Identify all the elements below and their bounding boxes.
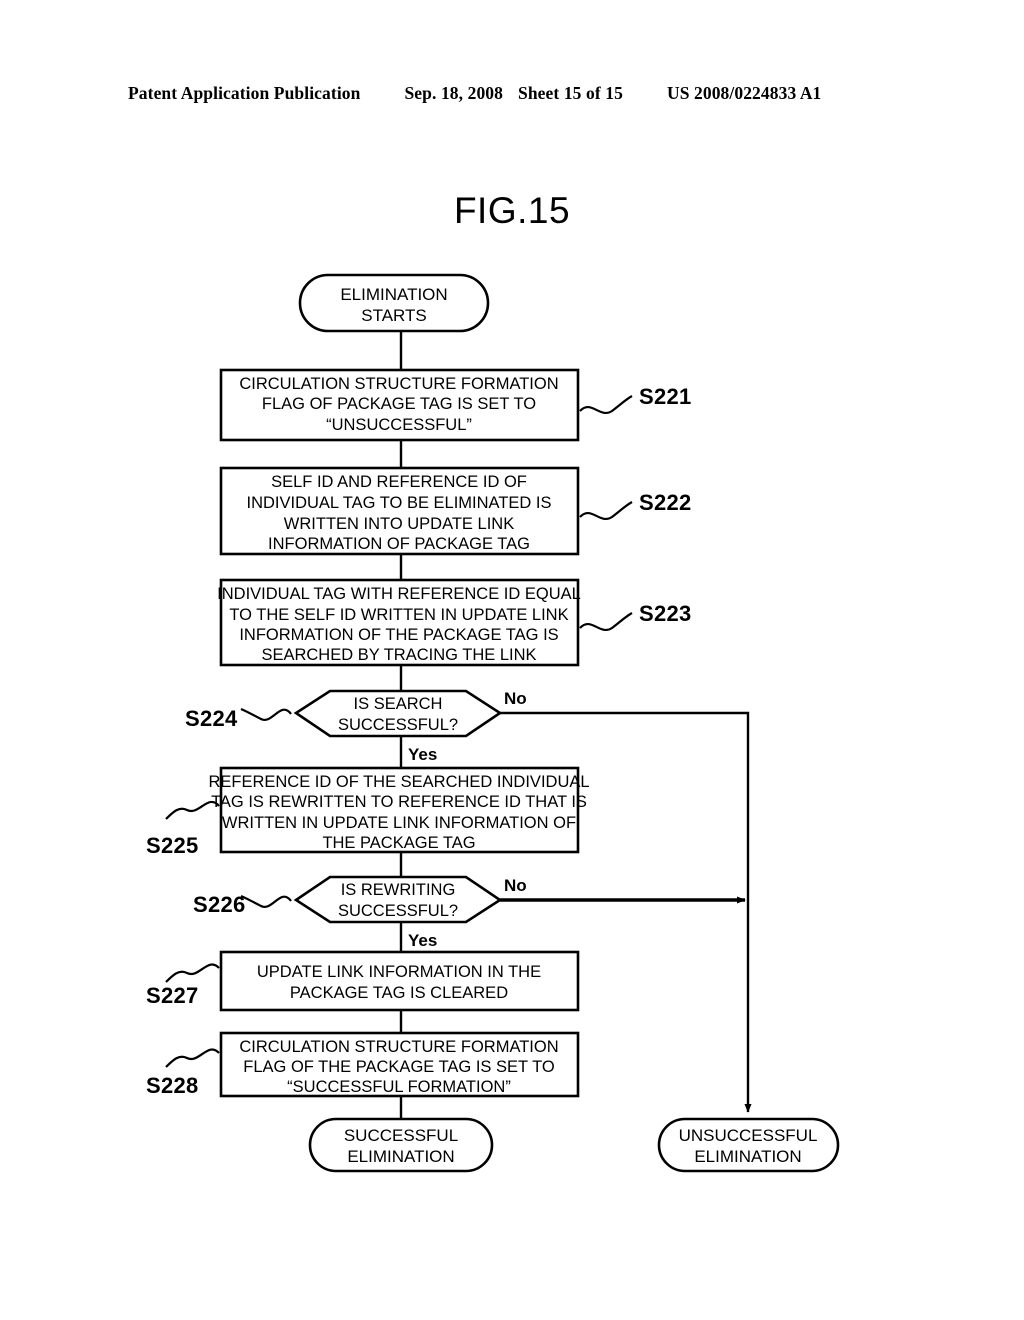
s221-leader-squiggle (579, 395, 633, 414)
s227-step-label: S227 (146, 983, 199, 1008)
s225-line-1: REFERENCE ID OF THE SEARCHED INDIVIDUAL (208, 773, 589, 791)
node-s227: UPDATE LINK INFORMATION IN THE PACKAGE T… (146, 950, 580, 1012)
end-success-line-2: ELIMINATION (347, 1147, 454, 1166)
node-s223: INDIVIDUAL TAG WITH REFERENCE ID EQUAL T… (217, 578, 692, 667)
s221-line-2: FLAG OF PACKAGE TAG IS SET TO (262, 395, 536, 413)
s226-no-label: No (504, 876, 527, 895)
s224-step-label: S224 (185, 706, 238, 731)
start-line-2: STARTS (361, 306, 427, 325)
s223-line-2: TO THE SELF ID WRITTEN IN UPDATE LINK (229, 606, 568, 624)
s223-line-1: INDIVIDUAL TAG WITH REFERENCE ID EQUAL (217, 585, 581, 603)
s227-leader-squiggle (165, 963, 220, 983)
node-end-success: SUCCESSFUL ELIMINATION (308, 1117, 494, 1173)
node-end-fail: UNSUCCESSFUL ELIMINATION (657, 1117, 840, 1173)
node-s228: CIRCULATION STRUCTURE FORMATION FLAG OF … (146, 1031, 580, 1098)
s223-leader-squiggle (579, 612, 633, 631)
s226-line-2: SUCCESSFUL? (338, 902, 458, 920)
s226-line-1: IS REWRITING (341, 881, 456, 899)
node-s225: REFERENCE ID OF THE SEARCHED INDIVIDUAL … (146, 766, 590, 858)
s227-line-1: UPDATE LINK INFORMATION IN THE (257, 963, 541, 981)
end-fail-line-2: ELIMINATION (694, 1147, 801, 1166)
end-success-line-1: SUCCESSFUL (344, 1126, 458, 1145)
s221-line-3: “UNSUCCESSFUL” (326, 416, 472, 434)
s228-line-2: FLAG OF THE PACKAGE TAG IS SET TO (243, 1058, 555, 1076)
s224-no-label: No (504, 689, 527, 708)
node-s224: IS SEARCH SUCCESSFUL? S224 No Yes (185, 689, 527, 764)
s224-line-2: SUCCESSFUL? (338, 716, 458, 734)
s223-line-3: INFORMATION OF THE PACKAGE TAG IS (239, 626, 558, 644)
s225-line-4: THE PACKAGE TAG (322, 834, 475, 852)
node-start: ELIMINATION STARTS (298, 273, 490, 333)
s227-line-2: PACKAGE TAG IS CLEARED (290, 984, 508, 1002)
s226-leader-squiggle (240, 894, 292, 909)
s222-line-2: INDIVIDUAL TAG TO BE ELIMINATED IS (246, 494, 551, 512)
s226-yes-label: Yes (408, 931, 437, 950)
s222-leader-squiggle (579, 501, 633, 520)
s222-step-label: S222 (639, 490, 692, 515)
s222-line-3: WRITTEN INTO UPDATE LINK (284, 515, 514, 533)
s223-step-label: S223 (639, 601, 692, 626)
s225-line-3: WRITTEN IN UPDATE LINK INFORMATION OF (222, 814, 576, 832)
patent-figure-page: Patent Application Publication Sep. 18, … (0, 0, 1024, 1320)
s224-yes-label: Yes (408, 745, 437, 764)
s222-line-1: SELF ID AND REFERENCE ID OF (271, 473, 527, 491)
node-s222: SELF ID AND REFERENCE ID OF INDIVIDUAL T… (219, 466, 692, 556)
s224-leader-squiggle (240, 707, 292, 722)
s223-line-4: SEARCHED BY TRACING THE LINK (261, 646, 536, 664)
s228-line-3: “SUCCESSFUL FORMATION” (287, 1078, 511, 1096)
s225-line-2: TAG IS REWRITTEN TO REFERENCE ID THAT IS (211, 793, 587, 811)
end-fail-line-1: UNSUCCESSFUL (679, 1126, 818, 1145)
flowchart: ELIMINATION STARTS CIRCULATION STRUCTURE… (146, 273, 840, 1173)
s224-line-1: IS SEARCH (354, 695, 443, 713)
s222-line-4: INFORMATION OF PACKAGE TAG (268, 535, 530, 553)
s226-step-label: S226 (193, 892, 246, 917)
s221-step-label: S221 (639, 384, 692, 409)
s228-step-label: S228 (146, 1073, 199, 1098)
s221-line-1: CIRCULATION STRUCTURE FORMATION (239, 375, 558, 393)
s225-step-label: S225 (146, 833, 199, 858)
start-line-1: ELIMINATION (340, 285, 447, 304)
node-s226: IS REWRITING SUCCESSFUL? S226 No Yes (193, 875, 527, 950)
s228-line-1: CIRCULATION STRUCTURE FORMATION (239, 1038, 558, 1056)
s228-leader-squiggle (165, 1048, 220, 1068)
node-s221: CIRCULATION STRUCTURE FORMATION FLAG OF … (219, 368, 692, 442)
